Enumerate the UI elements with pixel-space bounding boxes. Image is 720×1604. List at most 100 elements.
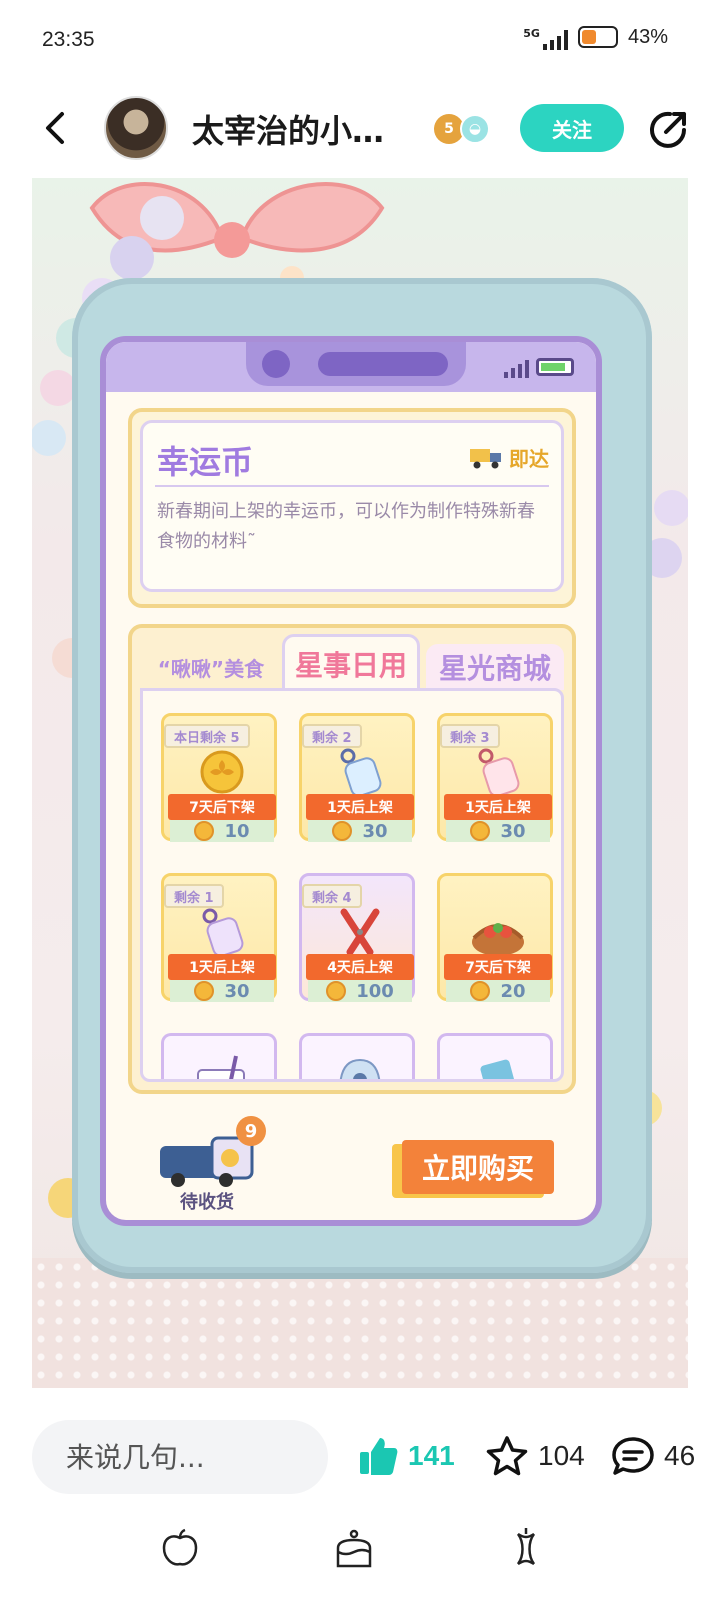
back-icon[interactable] (36, 108, 76, 148)
tab-star-mall[interactable]: 星光商城 (426, 644, 565, 690)
tab-daily-goods[interactable]: 星事日用 (281, 634, 421, 690)
status-ribbon: 1天后上架 (444, 794, 552, 820)
pending-count-badge: 9 (236, 1116, 266, 1146)
shop-tabs: “啾啾”美食 星事日用 星光商城 (140, 634, 565, 690)
goods-card[interactable]: 7天后下架 20 (437, 873, 553, 1002)
bottle-keychain-icon (340, 748, 382, 797)
delivery-tag: 即达 (469, 443, 549, 472)
price-tag: 30 (308, 820, 412, 842)
price-value: 30 (362, 820, 388, 842)
signal-icon: 5G (523, 24, 568, 50)
coin-icon (470, 981, 491, 1001)
scissors-icon (340, 908, 380, 956)
status-ribbon: 7天后下架 (168, 794, 276, 820)
favorite-count: 104 (538, 1440, 585, 1471)
speaker-slot (318, 352, 448, 376)
shop-bottom-bar: 9 待收货 立即购买 (106, 1110, 596, 1220)
comment-icon (612, 1437, 654, 1475)
medal-badge-icon: ◒ (460, 114, 490, 144)
coin-icon (326, 981, 347, 1001)
stock-label: 剩余 2 (302, 724, 362, 748)
author-name[interactable]: 太宰治的小… (192, 106, 384, 152)
apple-icon[interactable] (158, 1526, 202, 1570)
tab-food[interactable]: “啾啾”美食 (140, 644, 282, 690)
like-count: 141 (408, 1440, 455, 1471)
stock-label: 本日剩余 5 (164, 724, 250, 748)
price-value: 30 (500, 820, 526, 842)
goods-card[interactable]: 剩余 4 4天后上架 100 (299, 873, 415, 1002)
item-info-card: 幸运币 即达 新春期间上架的幸运币，可以作为制作特殊新春食物的材料˜ (128, 408, 576, 608)
buy-now-button[interactable]: 立即购买 (402, 1140, 554, 1194)
star-icon (486, 1436, 528, 1476)
notch-bar (106, 342, 596, 392)
status-ribbon: 1天后上架 (306, 794, 414, 820)
truck-icon (470, 448, 501, 468)
user-badges: 5 ◒ (434, 114, 490, 144)
status-ribbon: 4天后上架 (306, 954, 414, 980)
battery-percent: 43% (627, 25, 668, 48)
like-button[interactable]: 141 (356, 1434, 455, 1478)
price-tag: 30 (170, 980, 274, 1002)
post-header: 太宰治的小… 5 ◒ 关注 (0, 82, 720, 182)
bottom-nav (0, 1500, 720, 1604)
info-inner: 幸运币 即达 新春期间上架的幸运币，可以作为制作特殊新春食物的材料˜ (140, 420, 564, 592)
stock-label: 剩余 1 (164, 884, 224, 908)
cake-icon[interactable] (332, 1526, 376, 1570)
purple-keychain-icon (202, 908, 244, 957)
comment-button[interactable]: 46 (610, 1434, 695, 1478)
apple-core-icon[interactable] (504, 1526, 548, 1570)
price-tag: 100 (308, 980, 412, 1002)
comment-count: 46 (664, 1440, 696, 1471)
battery-icon (577, 26, 618, 48)
goods-card[interactable]: 本日剩余 5 7天后下架 10 (161, 713, 277, 842)
interaction-bar: 141 104 46 (0, 1388, 720, 1498)
coin-icon (332, 821, 353, 841)
food-basket-icon (472, 923, 524, 956)
game-screen: 幸运币 即达 新春期间上架的幸运币，可以作为制作特殊新春食物的材料˜ “啾啾”美… (100, 336, 602, 1226)
favorite-button[interactable]: 104 (484, 1434, 585, 1478)
clock: 23:35 (42, 28, 95, 51)
stock-label: 剩余 3 (440, 724, 500, 748)
price-value: 10 (224, 820, 250, 842)
mini-battery-icon (536, 358, 574, 376)
goods-card[interactable]: 剩余 2 1天后上架 30 (299, 713, 415, 842)
price-tag: 10 (170, 820, 274, 842)
pending-label: 待收货 (180, 1192, 234, 1213)
coin-icon (194, 981, 215, 1001)
shop-panel: “啾啾”美食 星事日用 星光商城 本日剩余 5 7天后下架 10 剩余 2 1天… (128, 624, 576, 1094)
price-value: 30 (224, 980, 250, 1002)
status-ribbon: 1天后上架 (168, 954, 276, 980)
lucky-coin-icon (200, 750, 244, 794)
thumbs-up-icon (360, 1438, 398, 1475)
follow-button[interactable]: 关注 (520, 104, 624, 152)
mini-signal-icon (504, 360, 529, 378)
status-ribbon: 7天后下架 (444, 954, 552, 980)
delivery-tag-label: 即达 (509, 447, 549, 471)
status-bar: 23:35 5G 43% (0, 0, 720, 82)
goods-card[interactable] (161, 1033, 277, 1079)
notch (246, 342, 466, 386)
item-description: 新春期间上架的幸运币，可以作为制作特殊新春食物的材料˜ (157, 501, 535, 552)
price-tag: 20 (446, 980, 550, 1002)
price-tag: 30 (446, 820, 550, 842)
goods-card[interactable] (299, 1033, 415, 1079)
avatar[interactable] (104, 96, 168, 160)
post-image[interactable]: 幸运币 即达 新春期间上架的幸运币，可以作为制作特殊新春食物的材料˜ “啾啾”美… (32, 178, 688, 1398)
item-title: 幸运币 (157, 443, 254, 481)
goods-card[interactable]: 剩余 1 1天后上架 30 (161, 873, 277, 1002)
price-value: 100 (356, 980, 394, 1002)
comment-input[interactable] (32, 1420, 328, 1494)
network-type: 5G (523, 27, 540, 40)
lace-decoration (32, 1258, 688, 1398)
coin-icon (470, 821, 491, 841)
share-icon[interactable] (646, 106, 692, 152)
goods-card[interactable]: 剩余 3 1天后上架 30 (437, 713, 553, 842)
goods-card[interactable] (437, 1033, 553, 1079)
ticket-icon (197, 1055, 245, 1079)
price-value: 20 (500, 980, 526, 1002)
helmet-icon (339, 1058, 381, 1079)
camera-dot (262, 350, 290, 378)
goods-grid: 本日剩余 5 7天后下架 10 剩余 2 1天后上架 30 剩余 3 1天后上架… (161, 713, 553, 1079)
coin-icon (194, 821, 215, 841)
stock-label: 剩余 4 (302, 884, 362, 908)
